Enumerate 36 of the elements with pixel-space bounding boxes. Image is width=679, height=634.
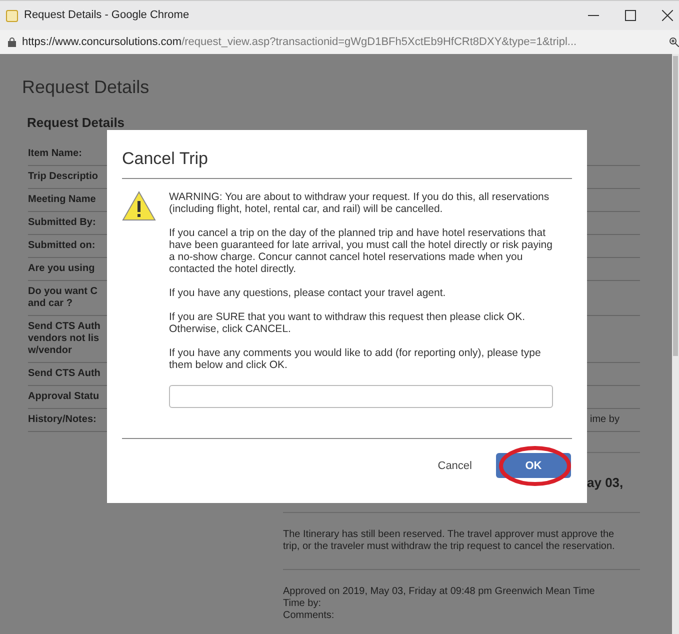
history-text: Approved on 2019, May 03, Friday at 09:48 pm Greenwich Mean Time Time by: Comments: — [283, 586, 596, 622]
dialog-paragraph: If you have any questions, please contact your travel agent. — [169, 286, 447, 298]
close-icon[interactable] — [662, 10, 673, 21]
maximize-icon[interactable] — [625, 10, 636, 21]
address-bar[interactable]: https://www.concursolutions.com/request_view.asp?transactionid=gWgD1BFh5XctEb9HfCRt8DXY&type=1&tripl... — [0, 30, 679, 54]
field-label: Send CTS Auth vendors not lis w/vendor — [28, 320, 102, 356]
lock-icon — [8, 37, 16, 47]
dialog-paragraph: If you cancel a trip on the day of the planned trip and have hotel reservations that have been guaranteed for late arrival, you must call the hotel directly or risk paying a no-show charge. Concur cannot cancel hotel reservations made when you contacted the hotel directly. — [169, 226, 554, 274]
history-heading: ay 03, — [587, 474, 624, 492]
field-label: Are you using — [28, 262, 96, 274]
field-label: Meeting Name — [28, 194, 97, 206]
dialog-paragraph: If you have any comments you would like to add (for reporting only), please type them below and click OK. — [169, 346, 542, 370]
field-label: History/Notes: — [28, 414, 98, 426]
cancel-button[interactable]: Cancel — [438, 453, 472, 478]
comment-field[interactable] — [169, 384, 553, 408]
dialog-title: Cancel Trip — [122, 146, 572, 178]
zoom-icon[interactable] — [669, 37, 679, 47]
field-label: Trip Descriptio — [28, 170, 100, 182]
minimize-icon[interactable] — [588, 14, 599, 16]
field-label: Do you want C and car ? — [28, 286, 98, 310]
section-title: Request Details — [27, 114, 126, 132]
window-title: Request Details - Google Chrome — [24, 8, 190, 24]
page-title: Request Details — [22, 76, 150, 99]
field-label: Approval Statu — [28, 390, 100, 402]
field-label: Send CTS Auth — [28, 368, 102, 380]
dialog-paragraph: WARNING: You are about to withdraw your request. If you do this, all reservations (including flight, hotel, rental car, and rail) will be cancelled. — [169, 190, 550, 214]
history-text: The Itinerary has still been reserved. The travel approver must approve the trip, or the traveler must withdraw the trip request to cancel the reservation. — [283, 529, 616, 553]
url-text: https://www.concursolutions.com/request_view.asp?transactionid=gWgD1BFh5XctEb9HfCRt8DXY&type=1&tripl... — [22, 34, 577, 50]
scrollbar[interactable] — [672, 54, 679, 634]
browser-logo-icon — [6, 10, 18, 22]
field-label: Item Name: — [28, 148, 83, 160]
field-label: Submitted on: — [28, 240, 96, 252]
history-text: ime by — [590, 414, 620, 426]
warning-icon — [122, 190, 156, 220]
dialog-paragraph: If you are SURE that you want to withdraw this request then please click OK. Otherwise, click CANCEL. — [169, 310, 526, 334]
field-label: Submitted By: — [28, 216, 97, 228]
